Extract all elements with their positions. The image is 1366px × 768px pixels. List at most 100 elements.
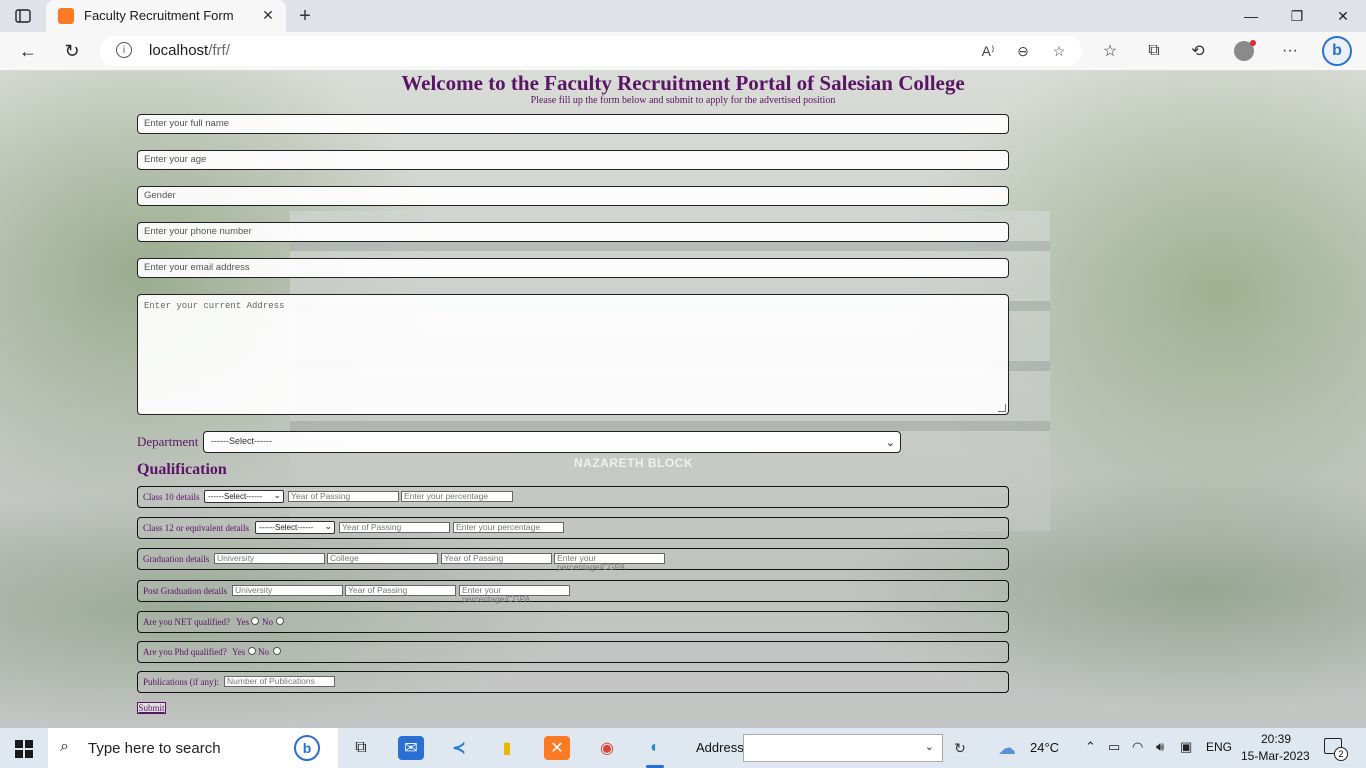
vscode-icon[interactable]: ≺ xyxy=(446,736,472,760)
chrome-icon[interactable]: ◉ xyxy=(594,736,620,760)
close-window-icon[interactable]: ✕ xyxy=(1328,4,1358,28)
add-favorite-icon[interactable]: ☆ xyxy=(1048,41,1070,61)
zoom-out-icon[interactable]: ⊖ xyxy=(1012,41,1034,61)
favorites-icon[interactable]: ☆ xyxy=(1098,40,1122,62)
browser-essentials-icon[interactable]: ⟲ xyxy=(1186,40,1210,62)
page-subtitle: Please fill up the form below and submit… xyxy=(530,95,836,106)
refresh-icon[interactable]: ↻ xyxy=(58,38,86,64)
notification-count: 2 xyxy=(1334,747,1348,761)
net-yes-radio[interactable] xyxy=(251,617,259,625)
graduation-percentage-input[interactable]: Enter your percentage/CGPA xyxy=(554,553,665,572)
url-bar[interactable]: i localhost/frf/ A⁾ ⊖ ☆ xyxy=(100,36,1082,66)
bing-chat-icon[interactable]: b xyxy=(1322,36,1352,66)
url-text[interactable]: localhost/frf/ xyxy=(149,42,230,59)
minimize-icon[interactable]: — xyxy=(1236,4,1266,28)
postgraduation-year-input[interactable]: Year of Passing xyxy=(345,585,456,596)
bing-icon[interactable]: b xyxy=(294,735,320,761)
close-tab-icon[interactable]: ✕ xyxy=(258,5,278,25)
class10-year-input[interactable]: Year of Passing xyxy=(288,491,399,502)
address-placeholder: Enter your current Address xyxy=(144,301,285,311)
address-toolbar-label: Address xyxy=(696,740,744,755)
class12-board-select[interactable]: ------Select------ ⌄ xyxy=(255,521,335,534)
wifi-icon[interactable]: ◠ xyxy=(1132,739,1143,755)
class10-label: Class 10 details xyxy=(143,492,200,502)
task-view-icon[interactable]: ⧉ xyxy=(348,736,374,760)
publications-input[interactable]: Number of Publications xyxy=(224,676,335,687)
xampp-favicon-icon xyxy=(58,8,74,24)
collections-icon[interactable]: ⧉ xyxy=(1142,40,1166,62)
resize-handle-icon[interactable] xyxy=(998,404,1006,412)
chevron-down-icon[interactable]: ⌄ xyxy=(925,740,934,753)
gender-input[interactable]: Gender xyxy=(137,186,1009,206)
postgraduation-university-input[interactable]: University xyxy=(232,585,343,596)
weather-icon[interactable]: ☁ xyxy=(998,738,1016,759)
tab-actions-icon[interactable] xyxy=(12,6,34,26)
windows-taskbar: ⌕ Type here to search b ⧉ ✉ ≺ ▮ ✕ ◉ ◐ Ad… xyxy=(0,728,1366,768)
more-options-icon[interactable]: ··· xyxy=(1278,40,1302,62)
graduation-university-input[interactable]: University xyxy=(214,553,325,564)
windows-start-icon[interactable] xyxy=(15,740,33,758)
net-label: Are you NET qualified? xyxy=(143,617,231,627)
address-go-icon[interactable]: ↻ xyxy=(948,736,972,760)
new-tab-icon[interactable]: + xyxy=(294,5,316,27)
phone-input[interactable]: Enter your phone number xyxy=(137,222,1009,242)
full-name-input[interactable]: Enter your full name xyxy=(137,114,1009,134)
phd-label: Are you Phd qualified? xyxy=(143,647,227,657)
class12-year-input[interactable]: Year of Passing xyxy=(339,522,450,533)
restore-icon[interactable]: ❐ xyxy=(1282,4,1312,28)
class10-board-select[interactable]: ------Select------ ⌄ xyxy=(204,490,284,503)
profile-notification-dot xyxy=(1250,40,1256,46)
search-placeholder: Type here to search xyxy=(88,740,221,757)
xampp-icon[interactable]: ✕ xyxy=(544,736,570,760)
age-input[interactable]: Enter your age xyxy=(137,150,1009,170)
qualification-heading: Qualification xyxy=(137,461,227,478)
net-no-radio[interactable] xyxy=(276,617,284,625)
net-yes-label: Yes xyxy=(236,617,250,627)
language-indicator[interactable]: ENG xyxy=(1206,740,1232,754)
phd-yes-label: Yes xyxy=(232,647,246,657)
back-icon[interactable]: ← xyxy=(14,38,42,64)
graduation-college-input[interactable]: College xyxy=(327,553,438,564)
site-info-icon[interactable]: i xyxy=(116,42,132,58)
taskbar-search[interactable]: ⌕ Type here to search b xyxy=(48,728,338,768)
department-label: Department xyxy=(137,434,199,449)
battery-icon[interactable]: ▭ xyxy=(1108,739,1120,755)
class10-percentage-input[interactable]: Enter your percentage xyxy=(401,491,513,502)
volume-icon[interactable]: 🔊︎ xyxy=(1156,739,1164,755)
phd-no-radio[interactable] xyxy=(273,647,281,655)
search-icon: ⌕ xyxy=(60,738,69,755)
net-no-label: No xyxy=(262,617,273,627)
net-row: Are you NET qualified? Yes No xyxy=(137,611,1009,633)
chevron-down-icon: ⌄ xyxy=(273,490,281,500)
class12-label: Class 12 or equivalent details xyxy=(143,523,249,533)
class12-percentage-input[interactable]: Enter your percentage xyxy=(453,522,564,533)
address-toolbar-input[interactable]: ⌄ xyxy=(743,734,943,762)
url-path: /frf/ xyxy=(208,42,230,59)
read-aloud-icon[interactable]: A⁾ xyxy=(977,41,999,61)
clock-date[interactable]: 15-Mar-2023 xyxy=(1241,749,1310,763)
address-textarea[interactable]: Enter your current Address xyxy=(137,294,1009,415)
phd-row: Are you Phd qualified? Yes No xyxy=(137,641,1009,663)
phd-yes-radio[interactable] xyxy=(248,647,256,655)
submit-button[interactable]: Submit xyxy=(137,702,166,714)
mail-icon[interactable]: ✉ xyxy=(398,736,424,760)
show-hidden-icons-icon[interactable]: ⌃ xyxy=(1085,739,1096,755)
chevron-down-icon: ⌄ xyxy=(324,521,332,531)
file-explorer-icon[interactable]: ▮ xyxy=(494,736,520,760)
browser-tab-bar: Faculty Recruitment Form ✕ + — ❐ ✕ xyxy=(0,0,1366,32)
postgraduation-percentage-input[interactable]: Enter your percentage/CGPA xyxy=(459,585,570,604)
browser-tab[interactable]: Faculty Recruitment Form ✕ xyxy=(46,0,286,32)
browser-toolbar: ← ↻ i localhost/frf/ A⁾ ⊖ ☆ ☆ ⧉ ⟲ ··· b xyxy=(0,32,1366,71)
clock-time[interactable]: 20:39 xyxy=(1261,732,1291,746)
edge-icon[interactable]: ◐ xyxy=(642,736,668,760)
background-sign: NAZARETH BLOCK xyxy=(574,456,693,470)
meet-now-icon[interactable]: ▣ xyxy=(1180,739,1192,755)
department-select[interactable]: ------Select------ ⌄ xyxy=(203,431,901,453)
graduation-year-input[interactable]: Year of Passing xyxy=(441,553,552,564)
graduation-row: Graduation details University College Ye… xyxy=(137,548,1009,572)
weather-temperature[interactable]: 24°C xyxy=(1030,740,1059,755)
page-content: NAZARETH BLOCK Welcome to the Faculty Re… xyxy=(0,71,1366,728)
publications-label: Publications (if any): xyxy=(143,677,219,687)
email-input[interactable]: Enter your email address xyxy=(137,258,1009,278)
publications-row: Publications (if any): Number of Publica… xyxy=(137,671,1009,693)
